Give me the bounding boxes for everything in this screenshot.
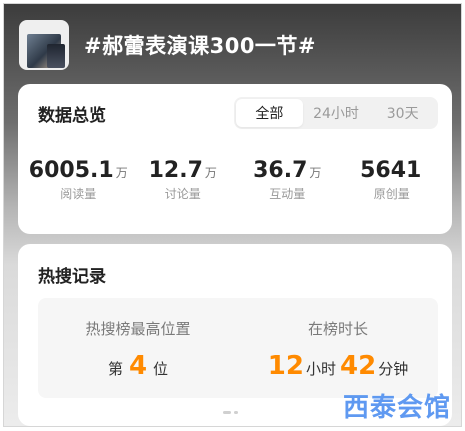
topic-title: #郝蕾表演课300一节# (84, 34, 317, 58)
stat-value: 6005.1 (28, 158, 114, 183)
stat-unit: 万 (309, 166, 322, 180)
on-list-duration: 在榜时长 12 小时 42 分钟 (238, 298, 438, 398)
topic-thumbnail-icon[interactable] (19, 20, 69, 70)
stat-label: 互动量 (269, 187, 306, 201)
stat-unit: 万 (115, 166, 128, 180)
topic-header: #郝蕾表演课300一节# (4, 4, 461, 84)
stat-label: 讨论量 (164, 187, 201, 201)
duration-minutes: 42 (340, 351, 377, 381)
stat-unit: 万 (204, 166, 217, 180)
stat-interactions: 36.7 万 互动量 (235, 158, 340, 202)
hours-unit: 小时 (305, 360, 336, 378)
hot-search-title: 热搜记录 (38, 267, 106, 287)
tab-30d[interactable]: 30天 (369, 99, 436, 127)
stat-value: 5641 (360, 158, 422, 183)
tab-all[interactable]: 全部 (236, 99, 303, 127)
topic-stats-screen: #郝蕾表演课300一节# 数据总览 全部 24小时 30天 6005.1 万 阅读… (3, 3, 462, 427)
stat-label: 原创量 (373, 187, 410, 201)
position-value: 4 (128, 351, 148, 381)
time-range-segment: 全部 24小时 30天 (234, 97, 438, 129)
overview-title: 数据总览 (38, 106, 106, 126)
page-indicator (223, 411, 238, 414)
stat-label: 阅读量 (60, 187, 97, 201)
overview-card: 数据总览 全部 24小时 30天 6005.1 万 阅读量 12.7 万 讨论量 3… (18, 84, 452, 234)
highest-position-label: 热搜榜最高位置 (85, 320, 191, 338)
tab-24h[interactable]: 24小时 (303, 99, 370, 127)
highest-position: 热搜榜最高位置 第4位 (38, 298, 238, 398)
stat-value: 36.7 (253, 158, 308, 183)
stat-value: 12.7 (148, 158, 203, 183)
thumbnail-photo-secondary (47, 44, 65, 68)
hot-search-panel: 热搜榜最高位置 第4位 在榜时长 12 小时 42 分钟 (38, 298, 438, 398)
position-prefix: 第 (107, 360, 123, 378)
stat-reads: 6005.1 万 阅读量 (26, 158, 131, 202)
position-suffix: 位 (153, 360, 169, 378)
stat-original: 5641 原创量 (340, 158, 445, 202)
stat-discussions: 12.7 万 讨论量 (131, 158, 236, 202)
page-dot (234, 411, 238, 414)
watermark-logo: 西泰会馆 (342, 393, 451, 423)
minutes-unit: 分钟 (378, 360, 409, 378)
duration-hours: 12 (267, 351, 304, 381)
duration-label: 在榜时长 (307, 320, 368, 338)
stats-row: 6005.1万 阅读量 12.7万 讨论量 36.7万 互动量 5641 (26, 158, 444, 202)
page-dot-active (223, 411, 231, 414)
